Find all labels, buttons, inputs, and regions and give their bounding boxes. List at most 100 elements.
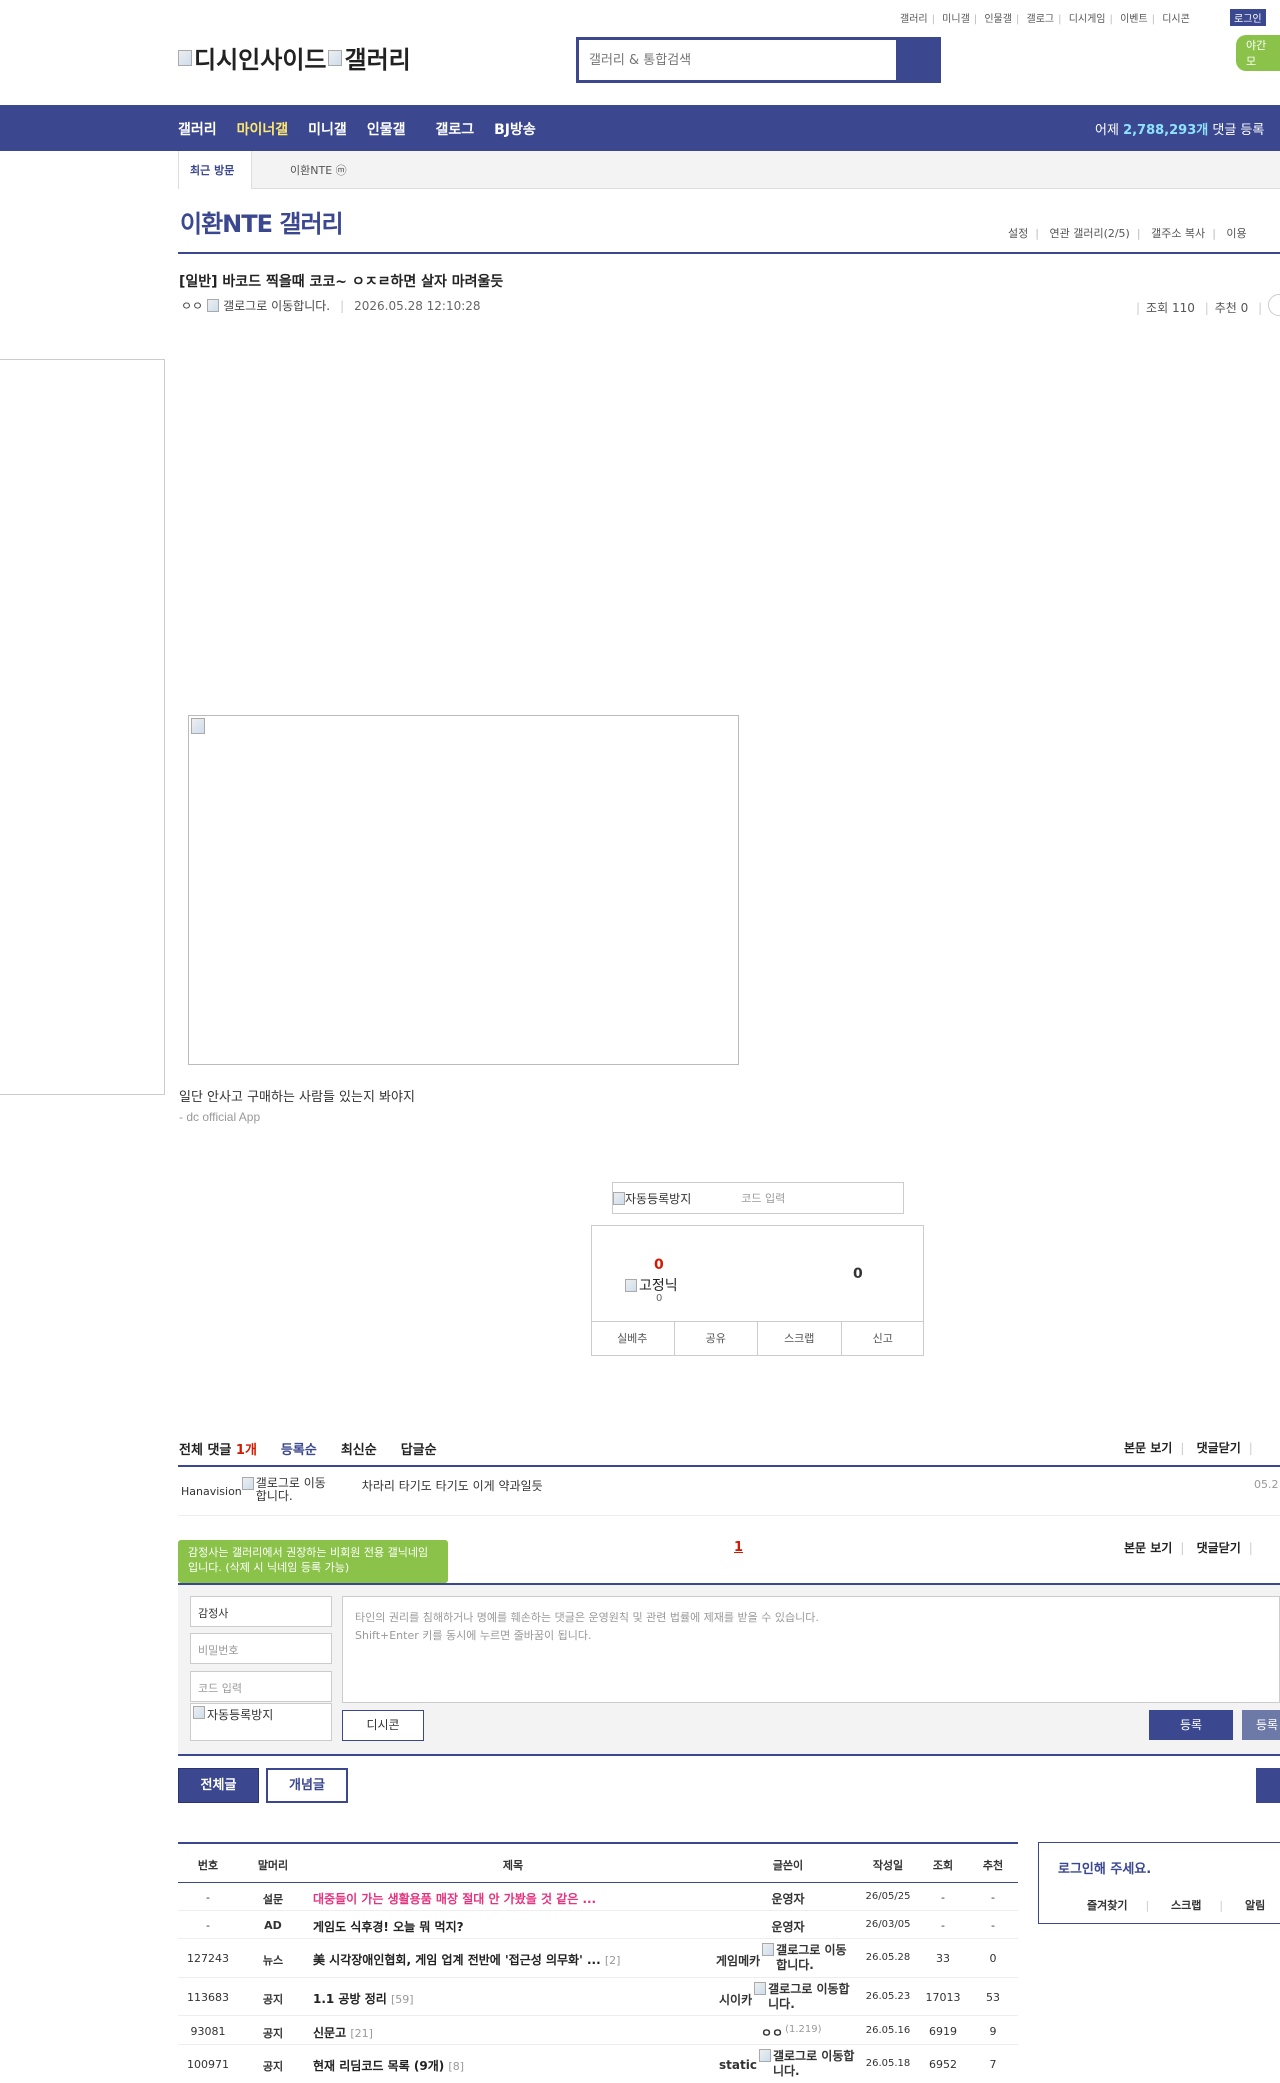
top-util-links: 갤러리 | 미니갤 | 인물갤 | 갤로그 | 디시게임 | 이벤트 | 디시콘	[900, 14, 1190, 25]
usage-link[interactable]: 이용	[1226, 227, 1246, 240]
post-writer[interactable]: 운영자	[718, 1918, 858, 1935]
post-writer[interactable]: 게임메카 갤로그로 이동합니다.	[716, 1943, 856, 1973]
util-link-gallery[interactable]: 갤러리	[900, 14, 928, 25]
yesterday-comment-count: 2,788,293개	[1123, 123, 1209, 138]
ad-frame	[0, 359, 165, 1095]
search-input[interactable]	[579, 40, 896, 80]
dccon-button[interactable]: 디시콘	[342, 1710, 424, 1741]
gallog-icon	[758, 2049, 771, 2062]
table-row[interactable]: 127243 뉴스 美 시각장애인협회, 게임 업계 전반에 '접근성 의무화'…	[178, 1939, 1018, 1978]
recommend-captcha: 자동등록방지 코드 입력	[612, 1182, 904, 1214]
gallog-icon[interactable]	[207, 299, 220, 312]
nav-gallog[interactable]: 갤로그	[435, 119, 474, 139]
post-subject[interactable]: 대중들이 가는 생활용품 매장 절대 안 가봤을 것 같은 ...	[313, 1890, 596, 1907]
nav-person-gallery[interactable]: 인물갤	[367, 119, 406, 139]
nav-mini-gallery[interactable]: 미니갤	[308, 119, 347, 139]
post-subject[interactable]: 게임도 식후경! 오늘 뭐 먹지?	[313, 1918, 464, 1935]
sort-latest[interactable]: 최신순	[341, 1439, 377, 1458]
comment-tools-bottom: 본문 보기 | 댓글닫기 |	[1124, 1541, 1253, 1555]
table-row[interactable]: 93081 공지 신문고 [21] ㅇㅇ (1.219) 26.05.16 69…	[178, 2016, 1018, 2045]
post-writer[interactable]: static 갤로그로 이동합니다.	[719, 2049, 859, 2079]
table-row[interactable]: 113683 공지 1.1 공방 정리 [59] 시이카 갤로그로 이동합니다.…	[178, 1978, 1018, 2016]
nick-input[interactable]: 감정사	[190, 1596, 332, 1627]
recent-visit-item[interactable]: 이환NTE ⓜ	[290, 162, 347, 178]
util-link-event[interactable]: 이벤트	[1120, 14, 1148, 25]
comment-page-1[interactable]: 1	[734, 1540, 743, 1555]
post-subject[interactable]: 신문고 [21]	[313, 2024, 373, 2041]
broken-image-icon	[178, 49, 192, 66]
nav-gallery[interactable]: 갤러리	[178, 119, 217, 139]
comment-textarea[interactable]: 타인의 권리를 침해하거나 명예를 훼손하는 댓글은 운영원칙 및 관련 법률에…	[342, 1596, 1280, 1703]
sort-reply[interactable]: 답글순	[401, 1439, 437, 1458]
captcha-image-icon	[613, 1191, 625, 1205]
table-row[interactable]: 100971 공지 현재 리딤코드 목록 (9개) [8] static 갤로그…	[178, 2045, 1018, 2083]
gallog-icon	[754, 1982, 767, 1995]
code-input[interactable]: 코드 입력	[190, 1671, 332, 1702]
report-button[interactable]: 신고	[842, 1322, 925, 1356]
view-body-button[interactable]: 본문 보기	[1124, 1441, 1172, 1455]
share-button[interactable]: 공유	[675, 1322, 758, 1356]
login-button[interactable]: 로그인	[1230, 9, 1266, 26]
post-views: 조회 110	[1146, 301, 1195, 315]
util-link-gallog[interactable]: 갤로그	[1027, 14, 1055, 25]
broken-image-icon	[191, 718, 205, 734]
list-header: 번호 말머리 제목 글쓴이 작성일 조회 추천	[197, 1859, 1004, 1872]
post-subject[interactable]: 1.1 공방 정리 [59]	[313, 1990, 414, 2007]
comment-nick[interactable]: Hanavision	[181, 1485, 242, 1498]
post-writer[interactable]: 시이카 갤로그로 이동합니다.	[719, 1982, 859, 2012]
related-gallery-link[interactable]: 연관 갤러리(2/5)	[1049, 227, 1129, 240]
favorites-link[interactable]: 즐겨찾기	[1087, 1899, 1127, 1912]
post-subject[interactable]: 美 시각장애인협회, 게임 업계 전반에 '접근성 의무화' ... [2]	[313, 1951, 620, 1968]
submit-button[interactable]: 등록	[1149, 1710, 1233, 1740]
site-logo[interactable]: 디시인사이드 갤러리	[178, 40, 411, 75]
login-links: 즐겨찾기 | 스크랩 | 알림	[1087, 1899, 1266, 1912]
post-writer[interactable]: ㅇㅇ	[181, 297, 203, 314]
nav-minor-gallery[interactable]: 마이너갤	[237, 119, 289, 139]
util-link-person[interactable]: 인물갤	[984, 14, 1012, 25]
comment-header: 전체 댓글 1개 등록순 최신순 답글순	[179, 1439, 437, 1458]
close-comments-button[interactable]: 댓글닫기	[1197, 1441, 1241, 1455]
post-app-signature: - dc official App	[179, 1110, 261, 1124]
submit-recommend-button[interactable]: 등록	[1242, 1710, 1280, 1740]
nav-bj[interactable]: BJ방송	[494, 119, 536, 139]
more-options-button[interactable]	[1268, 294, 1280, 316]
sort-registered[interactable]: 등록순	[281, 1439, 317, 1458]
recommend-actions: 실베추 공유 스크랩 신고	[591, 1321, 924, 1356]
captcha-image-icon	[193, 1706, 205, 1719]
notification-link[interactable]: 알림	[1245, 1899, 1265, 1912]
util-link-dccon[interactable]: 디시콘	[1162, 14, 1190, 25]
night-mode-button[interactable]: 야간 모	[1236, 35, 1280, 71]
post-date: 2026.05.28 12:10:28	[354, 298, 481, 313]
scrap-button[interactable]: 스크랩	[758, 1322, 842, 1356]
gallery-title[interactable]: 이환NTE 갤러리	[180, 204, 344, 239]
login-prompt[interactable]: 로그인해 주세요.	[1058, 1858, 1151, 1877]
view-body-button[interactable]: 본문 보기	[1124, 1541, 1172, 1555]
captcha-alt: 자동등록방지	[625, 1191, 692, 1206]
copy-address-link[interactable]: 갤주소 복사	[1151, 227, 1205, 240]
gallery-settings-link[interactable]: 설정	[1008, 227, 1028, 240]
logo-text-dc: 디시인사이드	[194, 46, 327, 74]
util-link-game[interactable]: 디시게임	[1069, 14, 1106, 25]
fixed-nick-recommend[interactable]: 고정닉	[625, 1275, 678, 1295]
post-recommend: 추천 0	[1214, 301, 1249, 315]
tab-all-posts[interactable]: 전체글	[178, 1768, 259, 1803]
recent-visit-tab[interactable]: 최근 방문	[178, 151, 252, 189]
best-recommend-button[interactable]: 실베추	[591, 1322, 675, 1356]
captcha-input[interactable]: 코드 입력	[741, 1190, 785, 1206]
close-comments-button[interactable]: 댓글닫기	[1197, 1541, 1241, 1555]
comment-total: 전체 댓글 1개	[179, 1443, 257, 1458]
write-post-button[interactable]	[1256, 1768, 1280, 1803]
post-image[interactable]	[188, 715, 739, 1065]
comment-gallog[interactable]: 갤로그로 이동합니다.	[241, 1477, 332, 1503]
post-writer[interactable]: 운영자	[718, 1890, 858, 1907]
post-subject[interactable]: 현재 리딤코드 목록 (9개) [8]	[313, 2057, 464, 2074]
search-button[interactable]	[896, 40, 938, 80]
main-nav: 갤러리 마이너갤 미니갤 인물갤 갤로그 BJ방송	[178, 119, 536, 139]
table-row[interactable]: - AD 게임도 식후경! 오늘 뭐 먹지? 운영자 26/03/05 - -	[178, 1911, 1018, 1939]
util-link-mini[interactable]: 미니갤	[942, 14, 970, 25]
scrap-link[interactable]: 스크랩	[1171, 1899, 1201, 1912]
table-row[interactable]: - 설문 대중들이 가는 생활용품 매장 절대 안 가봤을 것 같은 ... 운…	[178, 1883, 1018, 1911]
password-input[interactable]: 비밀번호	[190, 1633, 332, 1664]
search-bar	[576, 37, 941, 83]
tab-concept-posts[interactable]: 개념글	[266, 1768, 348, 1803]
